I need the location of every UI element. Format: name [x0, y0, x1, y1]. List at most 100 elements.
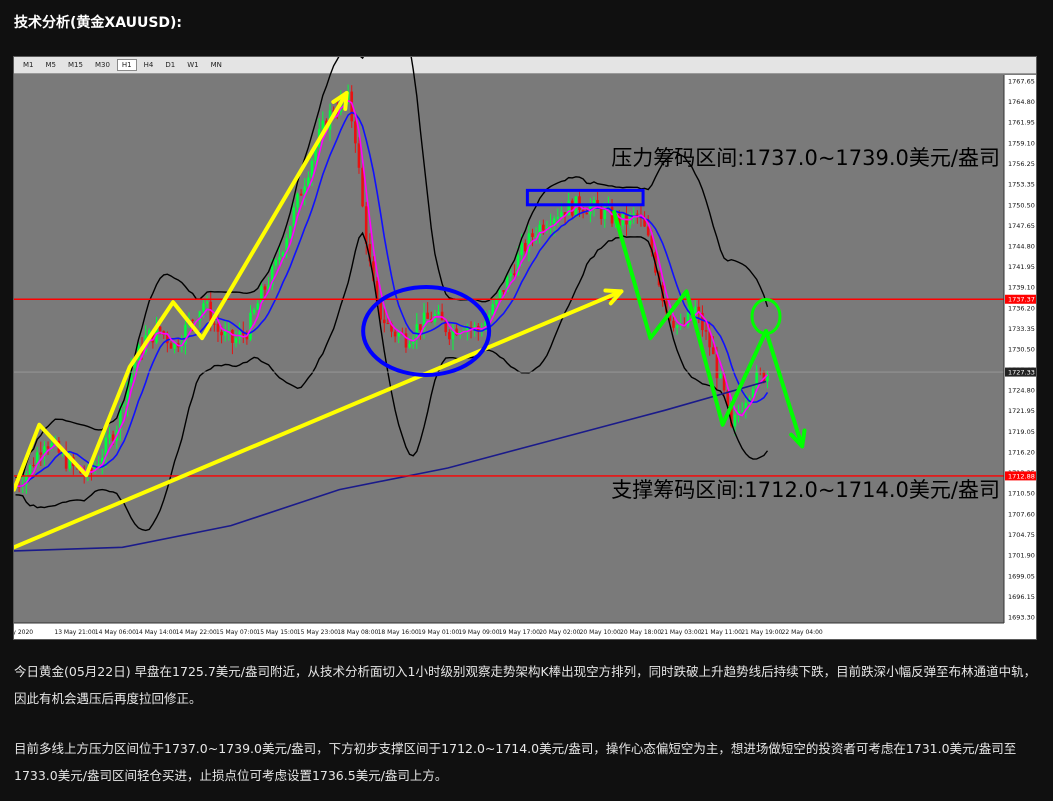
x-tick-label: 15 May 07:00 [216, 629, 257, 636]
candle-body [542, 224, 545, 231]
y-tick-label: 1724.80 [1008, 387, 1035, 395]
y-tick-label: 1701.90 [1008, 552, 1035, 560]
candle-body [202, 303, 205, 312]
y-tick-label: 1696.15 [1008, 593, 1035, 601]
candle-body [704, 330, 708, 332]
candle-body [393, 331, 397, 337]
support-price-tag: 1712.88 [1008, 472, 1035, 480]
y-tick-label: 1750.50 [1008, 201, 1035, 209]
candle-body [46, 446, 50, 449]
page-title: 技术分析(黄金XAUUSD): [14, 15, 183, 31]
candle-body [733, 414, 737, 427]
candle-body [205, 301, 209, 304]
candle-body [321, 120, 325, 130]
y-tick-label: 1730.50 [1008, 346, 1035, 354]
x-tick-label: 18 May 16:00 [378, 629, 419, 636]
x-tick-label: 15 May 15:00 [256, 629, 297, 636]
support-zone-label: 支撑筹码区间:1712.0~1714.0美元/盎司 [611, 478, 1000, 502]
candle-body [386, 323, 390, 325]
candle-body [382, 319, 386, 324]
x-tick-label: 20 May 02:00 [539, 629, 580, 636]
x-tick-label: 19 May 17:00 [499, 629, 540, 636]
candle-body [531, 233, 534, 238]
candle-body [252, 309, 256, 313]
candle-body [675, 325, 679, 328]
candle-body [419, 324, 422, 331]
candle-body [158, 326, 162, 332]
candle-body [498, 290, 502, 298]
candle-body [437, 311, 440, 315]
x-tick-label: 14 May 06:00 [95, 629, 136, 636]
y-tick-label: 1739.10 [1008, 283, 1035, 291]
resistance-price-tag: 1737.37 [1008, 296, 1035, 304]
y-tick-label: 1759.10 [1008, 139, 1035, 147]
x-tick-label: 20 May 18:00 [620, 629, 661, 636]
candle-body [108, 434, 111, 438]
candle-body [234, 338, 238, 343]
y-tick-label: 1747.65 [1008, 222, 1035, 230]
candle-body [216, 323, 220, 332]
y-tick-label: 1767.65 [1008, 78, 1035, 86]
candle-body [354, 121, 357, 144]
candle-body [740, 410, 744, 412]
y-tick-label: 1693.30 [1008, 614, 1035, 622]
candle-body [28, 465, 32, 475]
candle-body [502, 290, 505, 292]
resistance-zone-label: 压力筹码区间:1737.0~1739.0美元/盎司 [611, 146, 1000, 170]
x-tick-label: 19 May 09:00 [458, 629, 499, 636]
y-tick-label: 1736.20 [1008, 304, 1035, 312]
y-tick-label: 1721.95 [1008, 407, 1035, 415]
candle-body [585, 212, 589, 215]
candle-body [755, 371, 758, 389]
candle-body [440, 311, 444, 321]
price-chart: 压力筹码区间:1737.0~1739.0美元/盎司支撑筹码区间:1712.0~1… [14, 57, 1036, 639]
y-tick-label: 1756.25 [1008, 160, 1035, 168]
candle-body [213, 323, 216, 325]
analysis-paragraph-2: 目前多线上方压力区间位于1737.0~1739.0美元/盎司，下方初步支撑区间于… [14, 741, 1017, 783]
candle-body [274, 259, 278, 266]
y-tick-label: 1710.50 [1008, 490, 1035, 498]
analysis-paragraph-1: 今日黄金(05月22日) 早盘在1725.7美元/盎司附近，从技术分析面切入1小… [14, 664, 1037, 706]
candle-body [397, 333, 401, 337]
candle-body [249, 312, 252, 340]
x-tick-label: 19 May 01:00 [418, 629, 459, 636]
candle-body [299, 193, 303, 196]
candle-body [32, 465, 35, 467]
y-tick-label: 1753.35 [1008, 181, 1035, 189]
y-tick-label: 1704.75 [1008, 531, 1035, 539]
y-tick-label: 1707.60 [1008, 511, 1035, 519]
x-tick-label: 22 May 04:00 [782, 629, 823, 636]
candle-body [672, 320, 675, 328]
candle-body [603, 208, 607, 219]
candle-body [509, 273, 513, 277]
candle-body [520, 242, 523, 256]
y-tick-label: 1699.05 [1008, 572, 1035, 580]
x-tick-label: 21 May 11:00 [701, 629, 742, 636]
candle-body [357, 143, 361, 168]
candle-body [632, 213, 636, 215]
candle-body [256, 303, 260, 310]
x-tick-label: 13 May 2020 [14, 629, 33, 636]
candle-body [278, 256, 281, 260]
candle-body [560, 212, 563, 217]
candle-body [191, 319, 194, 321]
x-tick-label: 14 May 14:00 [135, 629, 176, 636]
candle-body [263, 286, 267, 290]
x-tick-label: 21 May 03:00 [660, 629, 701, 636]
x-tick-label: 20 May 10:00 [580, 629, 621, 636]
x-tick-label: 18 May 08:00 [337, 629, 378, 636]
candle-body [169, 343, 173, 349]
candle-body [523, 242, 527, 252]
candle-body [292, 207, 296, 226]
candle-body [231, 329, 234, 343]
y-tick-label: 1764.80 [1008, 98, 1035, 106]
candle-body [220, 331, 223, 336]
candle-body [556, 216, 560, 219]
candle-body [296, 193, 299, 208]
x-tick-label: 15 May 23:00 [297, 629, 338, 636]
candle-body [578, 196, 581, 210]
candle-body [122, 405, 126, 407]
y-tick-label: 1741.95 [1008, 263, 1035, 271]
candle-body [570, 200, 574, 216]
y-tick-label: 1744.80 [1008, 242, 1035, 250]
